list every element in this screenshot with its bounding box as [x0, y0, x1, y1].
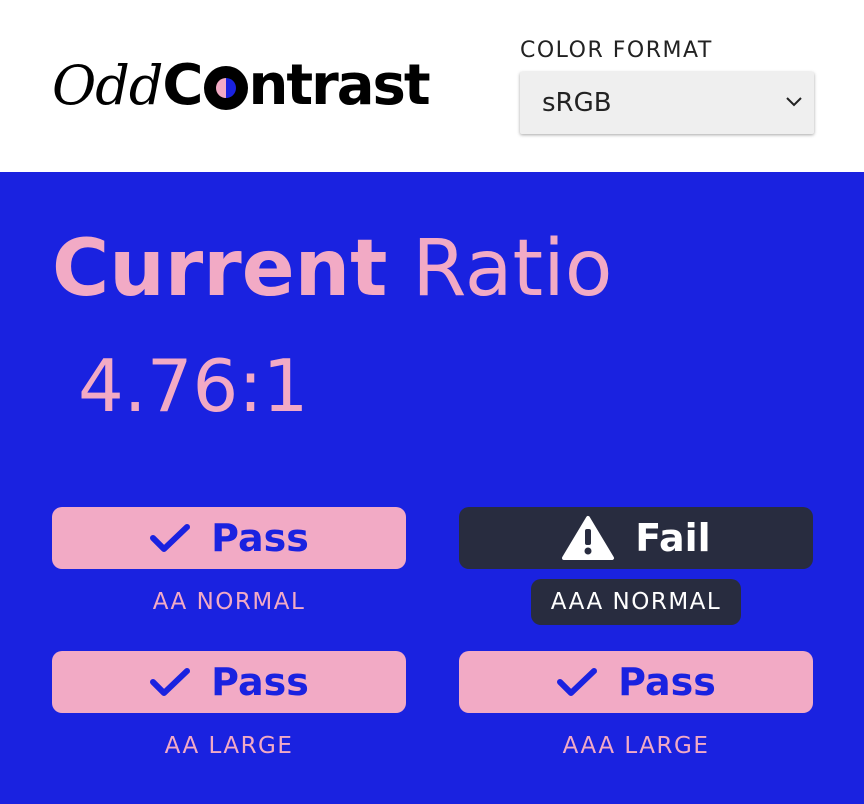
aaa-large-badge: Pass — [459, 651, 813, 713]
logo-odd-text: Odd — [52, 53, 163, 117]
contrast-ratio-value: 4.76:1 — [78, 344, 309, 428]
logo-contrast-icon — [203, 66, 248, 110]
aa-large-status: Pass — [211, 660, 309, 704]
aaa-normal-badge: Fail — [459, 507, 813, 569]
page-title: Current Ratio — [52, 230, 613, 308]
logo: Odd Cntrast — [52, 50, 431, 120]
warning-icon — [562, 516, 615, 560]
aa-large-label: AA LARGE — [164, 733, 294, 759]
color-format-label: COLOR FORMAT — [520, 38, 713, 63]
header: Odd Cntrast COLOR FORMAT sRGB — [0, 0, 864, 172]
aa-large-badge: Pass — [52, 651, 406, 713]
aaa-normal-status: Fail — [635, 516, 711, 560]
aaa-normal-label: AAA NORMAL — [531, 579, 741, 625]
check-icon — [557, 668, 598, 696]
aa-normal-status: Pass — [211, 516, 309, 560]
title-light: Ratio — [412, 224, 613, 314]
aa-normal-label: AA NORMAL — [152, 589, 306, 615]
color-format-select[interactable]: sRGB — [520, 72, 814, 134]
chevron-down-icon — [786, 97, 802, 107]
check-icon — [150, 524, 191, 552]
color-format-value: sRGB — [542, 88, 612, 118]
title-bold: Current — [52, 224, 388, 314]
aa-normal-badge: Pass — [52, 507, 406, 569]
aaa-large-status: Pass — [618, 660, 716, 704]
check-icon — [150, 668, 191, 696]
logo-rest-text: ntrast — [248, 52, 431, 118]
results-panel: Current Ratio 4.76:1 Pass AA NORMAL Fail… — [0, 172, 864, 804]
logo-c-text: C — [162, 52, 203, 118]
aaa-large-label: AAA LARGE — [562, 733, 710, 759]
